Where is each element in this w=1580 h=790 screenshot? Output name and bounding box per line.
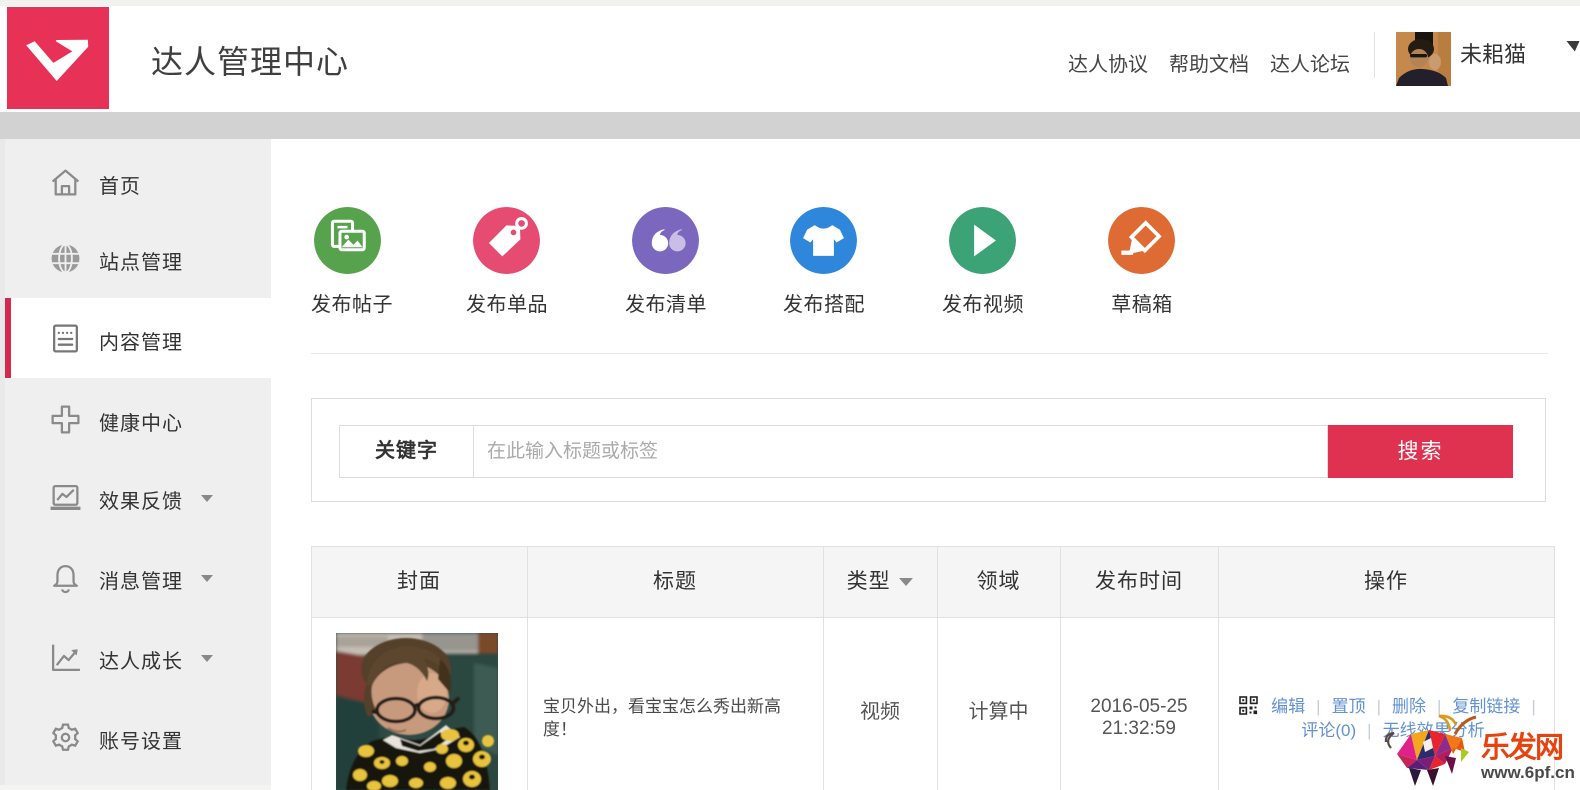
svg-text:www.6pf.cn: www.6pf.cn bbox=[1480, 763, 1575, 782]
svg-text:乐发网: 乐发网 bbox=[1481, 731, 1563, 764]
